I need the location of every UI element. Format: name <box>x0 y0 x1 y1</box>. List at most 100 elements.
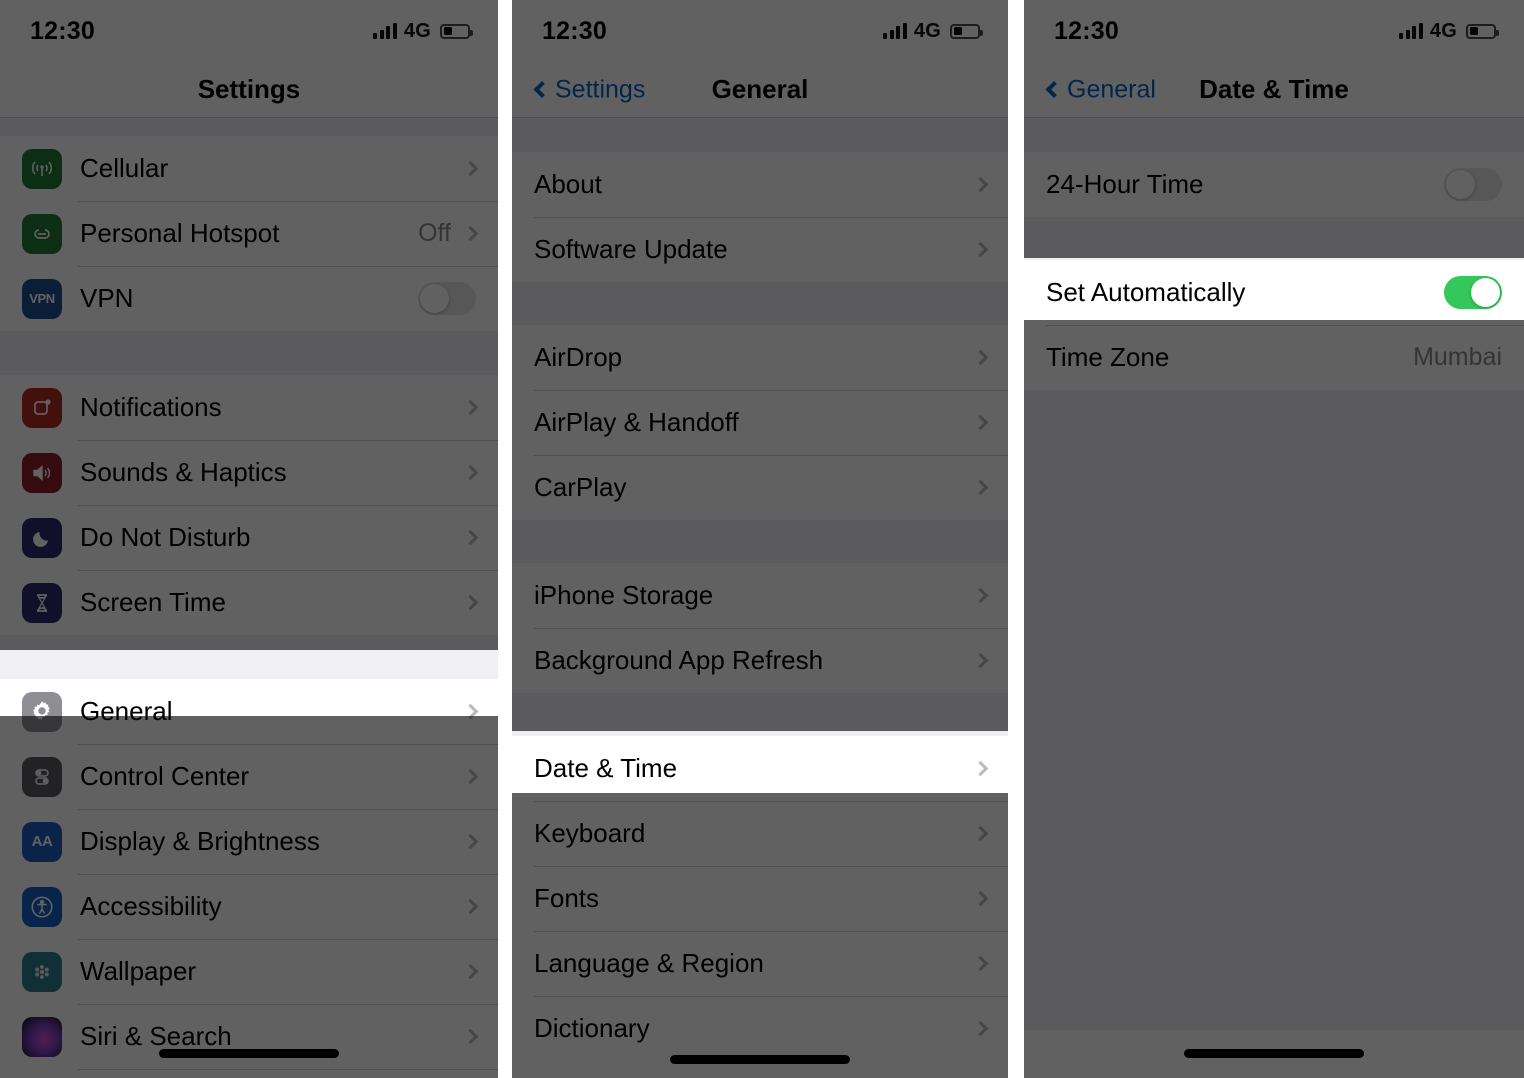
list-spacer <box>1024 118 1524 152</box>
status-bar: 12:30 4G <box>1024 0 1524 62</box>
date-time-group-format: 24-Hour Time <box>1024 152 1524 217</box>
list-item-24-hour-time[interactable]: 24-Hour Time <box>1024 152 1524 217</box>
sidebar-item-do-not-disturb[interactable]: Do Not Disturb <box>0 505 498 570</box>
date-time-group-auto: Set Automatically Time Zone Mumbai <box>1024 260 1524 390</box>
sidebar-item-vpn[interactable]: VPN VPN <box>0 266 498 331</box>
list-item-time-zone[interactable]: Time Zone Mumbai <box>1024 325 1524 390</box>
status-bar-time: 12:30 <box>1054 16 1119 45</box>
chevron-right-icon <box>462 898 479 915</box>
personal-hotspot-icon <box>22 213 62 254</box>
date-time-screen: 12:30 4G General Date & Time 24-Hour Tim… <box>1024 0 1524 1078</box>
list-spacer <box>0 118 498 136</box>
list-item-fonts[interactable]: Fonts <box>512 866 1008 931</box>
sidebar-item-notifications[interactable]: Notifications <box>0 375 498 440</box>
status-bar-right: 4G <box>373 19 473 43</box>
sidebar-item-label: Notifications <box>80 392 222 422</box>
home-indicator <box>1184 1049 1364 1058</box>
battery-icon <box>1466 23 1499 39</box>
general-group-about: About Software Update <box>512 152 1008 282</box>
sidebar-item-label: General <box>80 696 173 726</box>
chevron-right-icon <box>972 1020 989 1037</box>
date-time-list: 24-Hour Time Set Automatically Time Zone… <box>1024 118 1524 1030</box>
list-item-airplay-handoff[interactable]: AirPlay & Handoff <box>512 390 1008 455</box>
sidebar-item-value: Off <box>418 219 451 247</box>
network-type-label: 4G <box>403 19 431 42</box>
list-item-airdrop[interactable]: AirDrop <box>512 325 1008 390</box>
list-item-software-update[interactable]: Software Update <box>512 217 1008 282</box>
chevron-right-icon <box>972 890 989 907</box>
sidebar-item-label: Screen Time <box>80 587 226 617</box>
list-item-label: AirDrop <box>534 342 623 372</box>
chevron-right-icon <box>462 464 479 481</box>
panel-date-time: 12:30 4G General Date & Time 24-Hour Tim… <box>1024 0 1524 1078</box>
list-item-iphone-storage[interactable]: iPhone Storage <box>512 563 1008 628</box>
sidebar-item-control-center[interactable]: Control Center <box>0 744 498 809</box>
sidebar-item-label: Do Not Disturb <box>80 522 251 552</box>
sidebar-item-screen-time[interactable]: Screen Time <box>0 570 498 635</box>
screen-time-icon <box>22 582 62 623</box>
sidebar-item-label: Siri & Search <box>80 1021 232 1051</box>
general-group-storage: iPhone Storage Background App Refresh <box>512 563 1008 693</box>
accessibility-icon <box>22 886 62 927</box>
back-button-general[interactable]: General <box>1045 75 1156 104</box>
nav-bar-date-time: General Date & Time <box>1024 62 1524 118</box>
list-item-about[interactable]: About <box>512 152 1008 217</box>
sidebar-item-sounds-haptics[interactable]: Sounds & Haptics <box>0 440 498 505</box>
list-item-set-automatically[interactable]: Set Automatically <box>1024 260 1524 325</box>
set-automatically-toggle[interactable] <box>1444 276 1502 309</box>
list-item-dictionary[interactable]: Dictionary <box>512 996 1008 1061</box>
battery-icon <box>950 23 983 39</box>
list-item-keyboard[interactable]: Keyboard <box>512 801 1008 866</box>
panel-gap <box>498 0 512 1078</box>
chevron-right-icon <box>462 833 479 850</box>
chevron-right-icon <box>462 160 479 177</box>
settings-list: Cellular Personal Hotspot Off VPN VPN No… <box>0 118 498 1078</box>
sidebar-item-accessibility[interactable]: Accessibility <box>0 874 498 939</box>
status-bar-right: 4G <box>1399 20 1499 43</box>
general-screen: 12:30 4G Settings General About Software… <box>512 0 1008 1078</box>
chevron-right-icon <box>972 241 989 258</box>
24-hour-time-toggle[interactable] <box>1444 168 1502 201</box>
general-gear-icon <box>22 691 62 732</box>
page-title: Date & Time <box>1199 74 1349 104</box>
list-item-background-app-refresh[interactable]: Background App Refresh <box>512 628 1008 693</box>
chevron-right-icon <box>972 955 989 972</box>
settings-group-alerts: Notifications Sounds & Haptics Do Not Di… <box>0 375 498 635</box>
wallpaper-icon <box>22 951 62 992</box>
status-bar: 12:30 4G <box>0 0 498 62</box>
page-title: General <box>711 74 809 104</box>
home-indicator <box>670 1055 850 1064</box>
list-item-label: 24-Hour Time <box>1046 169 1204 199</box>
list-item-label: Dictionary <box>534 1013 650 1043</box>
list-item-label: Set Automatically <box>1046 277 1246 307</box>
do-not-disturb-icon <box>22 517 62 558</box>
display-brightness-icon: AA <box>22 821 62 862</box>
settings-group-system: General Control Center AA Display & Brig… <box>0 679 498 1078</box>
sidebar-item-label: Accessibility <box>80 891 222 921</box>
list-item-date-time[interactable]: Date & Time <box>512 736 1008 801</box>
sidebar-item-wallpaper[interactable]: Wallpaper <box>0 939 498 1004</box>
sidebar-item-siri-search[interactable]: Siri & Search <box>0 1004 498 1069</box>
sidebar-item-display-brightness[interactable]: AA Display & Brightness <box>0 809 498 874</box>
vpn-toggle[interactable] <box>418 282 476 315</box>
list-spacer <box>512 282 1008 325</box>
list-item-carplay[interactable]: CarPlay <box>512 455 1008 520</box>
panel-general: 12:30 4G Settings General About Software… <box>512 0 1008 1078</box>
back-button-settings[interactable]: Settings <box>533 75 645 104</box>
sidebar-item-face-id-passcode[interactable]: Face ID & Passcode <box>0 1069 498 1078</box>
chevron-right-icon <box>462 703 479 720</box>
panel-settings: 12:30 4G Settings Cellular Personal Hots… <box>0 0 498 1078</box>
sidebar-item-label: Control Center <box>80 761 250 791</box>
sidebar-item-personal-hotspot[interactable]: Personal Hotspot Off <box>0 201 498 266</box>
sidebar-item-general[interactable]: General <box>0 679 498 744</box>
status-bar: 12:30 4G <box>512 0 1008 62</box>
settings-screen: 12:30 4G Settings Cellular Personal Hots… <box>0 0 498 1078</box>
general-group-sharing: AirDrop AirPlay & Handoff CarPlay <box>512 325 1008 520</box>
chevron-right-icon <box>972 349 989 366</box>
list-spacer <box>0 331 498 375</box>
battery-icon <box>440 23 473 39</box>
sidebar-item-label: Personal Hotspot <box>80 218 280 248</box>
list-spacer <box>1024 217 1524 260</box>
list-item-language-region[interactable]: Language & Region <box>512 931 1008 996</box>
sidebar-item-cellular[interactable]: Cellular <box>0 136 498 201</box>
